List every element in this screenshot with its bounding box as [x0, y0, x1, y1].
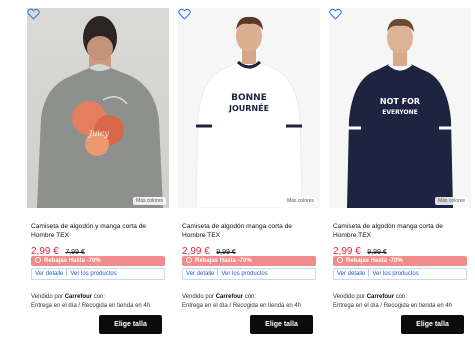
delivery-info: Entrega en el día / Recogida en tienda e… [182, 303, 302, 309]
sold-by-suffix: con: [92, 294, 106, 300]
promo-badge: Rebajas Hasta -70% [182, 256, 316, 266]
seller-info: Vendido por Carrefour con: Entrega en el… [31, 293, 150, 311]
old-price: 9,99 € [367, 249, 387, 256]
view-detail-link[interactable]: Ver detalle [35, 271, 63, 277]
shirt-print-line-1: NOT FOR [380, 97, 420, 106]
product-image[interactable]: BONNE JOURNÉE Más colores [178, 8, 320, 208]
seller-info: Vendido por Carrefour con: Entrega en el… [182, 293, 301, 311]
heart-outline-icon[interactable] [178, 8, 191, 20]
sold-by-label: Vendido por [333, 294, 367, 300]
choose-size-button[interactable]: Elige talla [401, 315, 464, 334]
product-card[interactable]: BONNE JOURNÉE Más colores Camiseta de al… [178, 8, 320, 339]
product-links: Ver detalle Ver los productos [333, 268, 467, 280]
more-colors-label: Más colores [133, 197, 166, 205]
shirt-print-line-2: JOURNÉE [228, 102, 269, 113]
tag-icon [337, 257, 343, 263]
product-title[interactable]: Camiseta de algodón manga corta de Hombr… [182, 222, 316, 240]
price: 2,99 € 7,99 € [31, 241, 85, 257]
product-links: Ver detalle Ver los productos [31, 268, 165, 280]
product-image[interactable]: Juicy Más colores [27, 8, 169, 208]
view-detail-link[interactable]: Ver detalle [337, 271, 365, 277]
promo-text: Rebajas Hasta -70% [346, 258, 403, 264]
promo-badge: Rebajas Hasta -70% [31, 256, 165, 266]
product-links: Ver detalle Ver los productos [182, 268, 316, 280]
price: 2,99 € 9,99 € [333, 241, 387, 257]
view-detail-link[interactable]: Ver detalle [186, 271, 214, 277]
tag-icon [186, 257, 192, 263]
sold-by-suffix: con: [394, 294, 408, 300]
view-products-link[interactable]: Ver los productos [372, 271, 418, 277]
divider [217, 269, 219, 276]
delivery-info: Entrega en el día / Recogida en tienda e… [333, 303, 453, 309]
price: 2,99 € 9,99 € [182, 241, 236, 257]
divider [368, 269, 370, 276]
svg-text:Juicy: Juicy [87, 129, 109, 138]
promo-text: Rebajas Hasta -70% [195, 258, 252, 264]
promo-badge: Rebajas Hasta -70% [333, 256, 467, 266]
view-products-link[interactable]: Ver los productos [70, 271, 116, 277]
product-title[interactable]: Camiseta de algodón y manga corta de Hom… [31, 222, 165, 240]
tag-icon [35, 257, 41, 263]
view-products-link[interactable]: Ver los productos [221, 271, 267, 277]
shirt-print-line-1: BONNE [231, 93, 267, 103]
choose-size-button[interactable]: Elige talla [99, 315, 162, 334]
sold-by-label: Vendido por [182, 294, 216, 300]
delivery-info: Entrega en el día / Recogida en tienda e… [31, 303, 151, 309]
product-card[interactable]: NOT FOR EVERYONE Más colores Camiseta de… [329, 8, 471, 339]
promo-text: Rebajas Hasta -70% [44, 258, 101, 264]
shirt-print-line-2: EVERYONE [382, 109, 417, 116]
heart-outline-icon[interactable] [27, 8, 40, 20]
seller-name: Carrefour [366, 294, 395, 300]
product-image[interactable]: NOT FOR EVERYONE Más colores [329, 8, 471, 208]
old-price: 7,99 € [65, 249, 85, 256]
seller-name: Carrefour [64, 294, 93, 300]
choose-size-button[interactable]: Elige talla [250, 315, 313, 334]
old-price: 9,99 € [216, 249, 236, 256]
seller-name: Carrefour [215, 294, 244, 300]
sold-by-label: Vendido por [31, 294, 65, 300]
product-card[interactable]: Juicy Más colores Camiseta de algodón y … [27, 8, 169, 339]
sold-by-suffix: con: [243, 294, 257, 300]
heart-outline-icon[interactable] [329, 8, 342, 20]
more-colors-label: Más colores [284, 197, 317, 205]
product-title[interactable]: Camiseta de algodón manga corta de Hombr… [333, 222, 467, 240]
divider [66, 269, 68, 276]
seller-info: Vendido por Carrefour con: Entrega en el… [333, 293, 452, 311]
more-colors-label: Más colores [435, 197, 468, 205]
